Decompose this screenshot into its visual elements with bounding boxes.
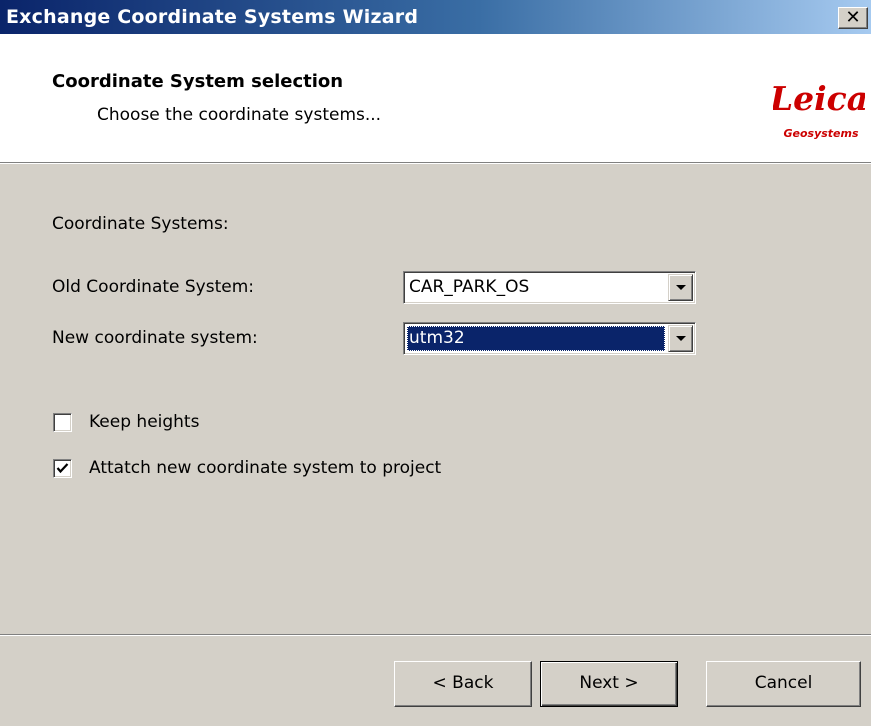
close-button[interactable]: ✕: [838, 7, 868, 29]
keep-heights-checkbox[interactable]: [53, 413, 72, 432]
attach-cs-checkbox[interactable]: [53, 459, 72, 478]
title-bar[interactable]: Exchange Coordinate Systems Wizard ✕: [0, 0, 871, 34]
footer-divider: [0, 634, 871, 636]
new-cs-dropdown-arrow-icon[interactable]: [668, 325, 693, 352]
logo-brand: Leica: [773, 79, 865, 118]
page-title: Coordinate System selection: [52, 71, 344, 92]
leica-logo: Leica Geosystems: [773, 79, 865, 140]
checkmark-icon: [56, 463, 69, 474]
logo-tagline: Geosystems: [783, 127, 858, 140]
page-subtitle: Choose the coordinate systems...: [97, 105, 382, 125]
new-cs-label: New coordinate system:: [52, 328, 258, 348]
attach-cs-label[interactable]: Attatch new coordinate system to project: [89, 458, 441, 478]
wizard-window: Exchange Coordinate Systems Wizard ✕ Coo…: [0, 0, 871, 726]
coordinate-systems-label: Coordinate Systems:: [52, 214, 229, 234]
back-button[interactable]: < Back: [394, 661, 532, 707]
old-cs-label: Old Coordinate System:: [52, 277, 255, 297]
window-title: Exchange Coordinate Systems Wizard: [6, 6, 419, 28]
old-cs-select[interactable]: CAR_PARK_OS: [403, 271, 696, 304]
keep-heights-label[interactable]: Keep heights: [89, 412, 199, 432]
new-cs-value: utm32: [407, 326, 665, 351]
cancel-button[interactable]: Cancel: [706, 661, 861, 707]
close-icon: ✕: [845, 7, 861, 28]
old-cs-value: CAR_PARK_OS: [409, 277, 530, 297]
old-cs-dropdown-arrow-icon[interactable]: [668, 274, 693, 301]
next-button[interactable]: Next >: [540, 661, 678, 707]
new-cs-select[interactable]: utm32: [403, 322, 696, 355]
wizard-header: Coordinate System selection Choose the c…: [0, 34, 871, 164]
